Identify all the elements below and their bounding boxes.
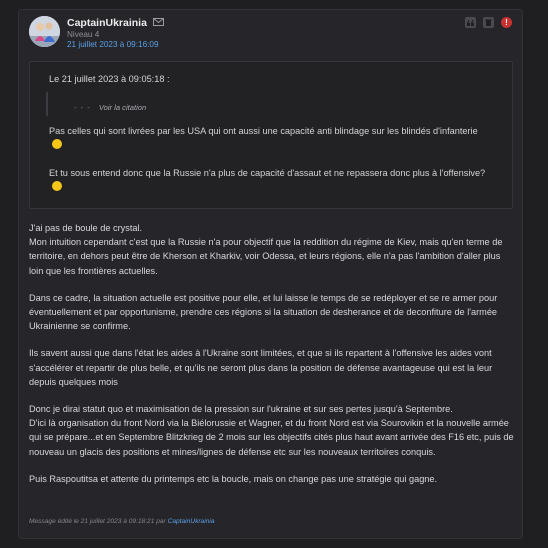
mail-icon[interactable] xyxy=(153,18,164,28)
quote-paragraph-text: Pas celles qui sont livrées par les USA … xyxy=(49,126,478,136)
edit-note: Message édité le 21 juillet 2023 à 09:18… xyxy=(29,518,215,525)
quote-paragraph-text: Et tu sous entend donc que la Russie n'a… xyxy=(49,168,486,178)
edit-note-user-link[interactable]: CaptainUkrainia xyxy=(168,518,215,525)
body-paragraph: Ils savent aussi que dans l'état les aid… xyxy=(29,348,493,387)
toggle-label: Voir la citation xyxy=(98,103,147,112)
wink-emoji-icon xyxy=(52,138,62,149)
quote-paragraph: Pas celles qui sont livrées par les USA … xyxy=(49,125,489,153)
smile-emoji-icon xyxy=(52,180,62,191)
quote-block: Le 21 juillet 2023 à 09:05:18 : - - - Voi… xyxy=(29,61,513,209)
quote-header: Le 21 juillet 2023 à 09:05:18 : xyxy=(49,74,170,84)
avatar-image xyxy=(29,16,60,47)
body-paragraph: Puis Raspoutitsa et attente du printemps… xyxy=(29,473,438,484)
post-body: J'ai pas de boule de crystal. Mon intuit… xyxy=(29,221,517,499)
trash-icon[interactable] xyxy=(483,17,494,28)
user-level: Niveau 4 xyxy=(67,30,100,39)
post-date-link[interactable]: 21 juillet 2023 à 09:16:09 xyxy=(67,40,159,49)
author-name[interactable]: CaptainUkrainia xyxy=(67,17,147,29)
alert-icon[interactable]: ! xyxy=(501,17,512,28)
quote-icon[interactable] xyxy=(465,17,476,28)
post-actions: ! xyxy=(465,17,512,28)
show-quote-toggle[interactable]: - - - Voir la citation xyxy=(74,103,146,112)
avatar[interactable] xyxy=(29,16,60,47)
alert-symbol: ! xyxy=(505,18,508,27)
quote-paragraph: Et tu sous entend donc que la Russie n'a… xyxy=(49,167,489,195)
edit-note-text: Message édité le 21 juillet 2023 à 09:18… xyxy=(29,518,166,525)
nested-quote: - - - Voir la citation xyxy=(46,92,486,116)
body-paragraph: J'ai pas de boule de crystal. Mon intuit… xyxy=(29,223,503,276)
forum-post: CaptainUkrainia Niveau 4 21 juillet 2023… xyxy=(18,9,523,539)
body-paragraph: Donc je dirai statut quo et maximisation… xyxy=(29,404,514,457)
toggle-dots: - - - xyxy=(74,103,91,112)
body-paragraph: Dans ce cadre, la situation actuelle est… xyxy=(29,292,498,332)
